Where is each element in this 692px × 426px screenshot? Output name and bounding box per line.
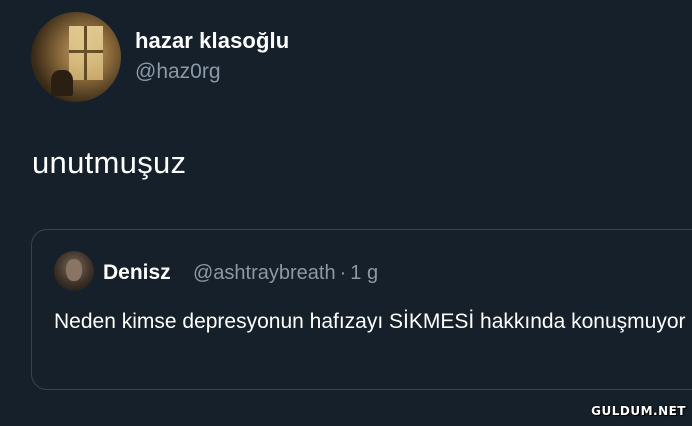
quoted-tweet-meta: @ashtraybreath · 1 g — [193, 262, 378, 285]
quoted-author-handle[interactable]: @ashtraybreath — [193, 262, 336, 284]
author-handle[interactable]: @haz0rg — [135, 60, 221, 84]
quoted-author-avatar[interactable] — [54, 251, 94, 291]
quoted-tweet-text: Neden kimse depresyonun hafızayı SİKMESİ… — [54, 310, 686, 333]
meta-separator: · — [339, 262, 347, 284]
avatar-figure-shape — [51, 70, 73, 96]
quoted-author-display-name[interactable]: Denisz — [103, 261, 171, 285]
author-display-name[interactable]: hazar klasoğlu — [135, 28, 289, 54]
site-watermark: GULDUM.NET — [591, 404, 686, 418]
tweet-text: unutmuşuz — [32, 145, 187, 180]
avatar-window-shape — [69, 26, 103, 80]
quoted-tweet-card[interactable]: Denisz @ashtraybreath · 1 g Neden kimse de… — [31, 229, 692, 390]
quoted-tweet-time[interactable]: 1 g — [350, 262, 378, 284]
author-avatar[interactable] — [31, 12, 121, 102]
quoted-avatar-face-shape — [66, 259, 82, 281]
tweet: hazar klasoğlu @haz0rg unutmuşuz Denisz … — [0, 0, 692, 426]
